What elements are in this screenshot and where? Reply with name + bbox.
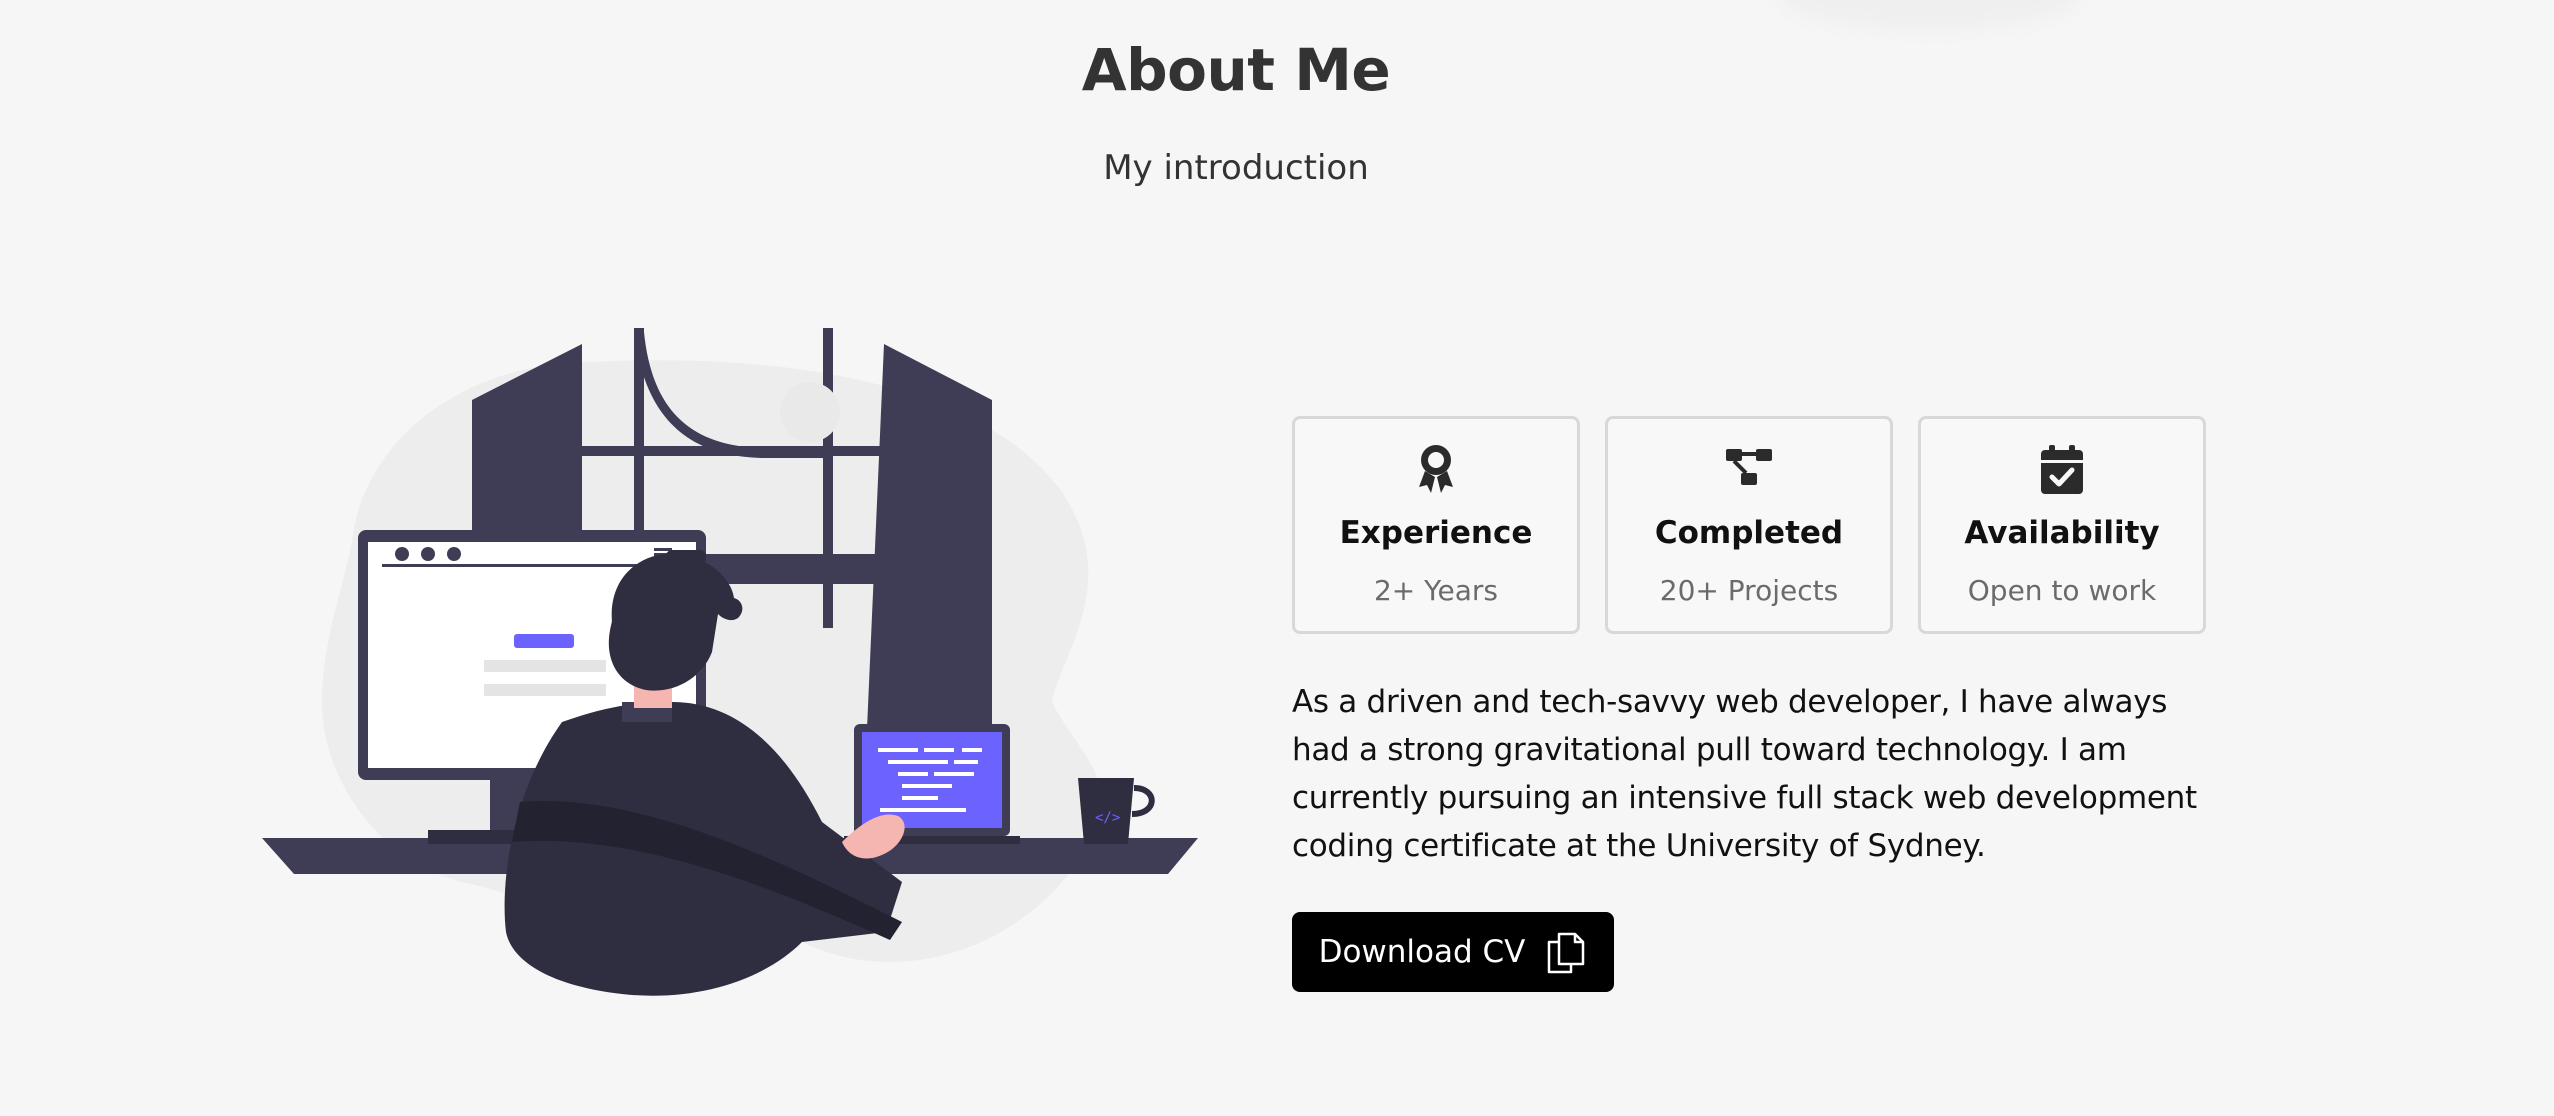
about-section: About Me My introduction </> Experience … — [0, 0, 2554, 1116]
award-icon — [1295, 443, 1577, 495]
svg-text:</>: </> — [1095, 810, 1120, 826]
developer-illustration: </> — [262, 322, 1208, 1008]
experience-card: Experience 2+ Years — [1292, 416, 1580, 634]
background-glow — [1780, 0, 2080, 30]
experience-card-title: Experience — [1339, 515, 1533, 551]
experience-card-value: 2+ Years — [1373, 574, 1499, 607]
about-description: As a driven and tech-savvy web developer… — [1292, 684, 2197, 864]
download-cv-button[interactable]: Download CV — [1292, 912, 1614, 992]
completed-card-title: Completed — [1654, 515, 1844, 551]
download-cv-label: Download CV — [1318, 934, 1526, 970]
availability-card: Availability Open to work — [1918, 416, 2206, 634]
section-title: About Me — [1081, 36, 1391, 104]
completed-card-value: 20+ Projects — [1659, 574, 1839, 607]
document-copy-icon — [1548, 932, 1585, 974]
availability-card-value: Open to work — [1967, 574, 2157, 607]
info-cards: Experience 2+ Years Completed 20+ Projec… — [1292, 416, 2206, 634]
availability-card-title: Availability — [1964, 515, 2160, 551]
section-subtitle: My introduction — [1103, 148, 1369, 188]
completed-card: Completed 20+ Projects — [1605, 416, 1893, 634]
calendar-check-icon — [1921, 443, 2203, 495]
project-diagram-icon — [1608, 443, 1890, 495]
